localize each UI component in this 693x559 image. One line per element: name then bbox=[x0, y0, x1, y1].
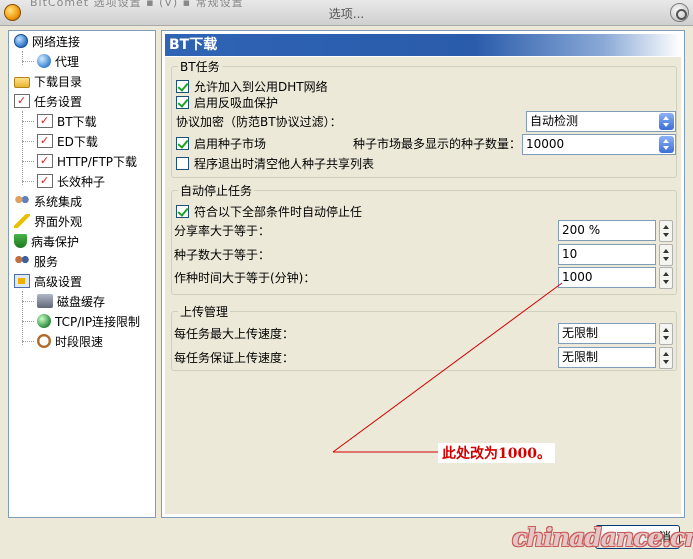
seeds-spinner[interactable] bbox=[659, 244, 673, 266]
task-icon bbox=[37, 172, 53, 190]
tree-item-network[interactable]: 网络连接 bbox=[14, 33, 80, 51]
seed-time-spinner[interactable] bbox=[659, 267, 673, 289]
guarantee-upload-spinner[interactable] bbox=[659, 347, 673, 369]
tree-item-long-seed[interactable]: 长效种子 bbox=[37, 172, 105, 191]
tree-line bbox=[22, 111, 23, 185]
tree-line bbox=[22, 161, 34, 162]
group-legend: 上传管理 bbox=[180, 305, 229, 319]
panel-title: BT下载 bbox=[165, 34, 681, 56]
tree-item-virus[interactable]: 病毒保护 bbox=[14, 233, 79, 251]
clock-icon bbox=[37, 334, 51, 348]
tree-item-bt-download[interactable]: BT下载 bbox=[37, 112, 97, 131]
tree-line bbox=[22, 301, 34, 302]
tree-line bbox=[22, 181, 34, 182]
close-icon[interactable] bbox=[670, 3, 689, 22]
checkbox-checked-icon bbox=[176, 137, 189, 150]
ratio-input[interactable]: 200 % bbox=[558, 220, 656, 241]
antileech-checkbox[interactable]: 启用反吸血保护 bbox=[176, 93, 278, 113]
guarantee-upload-input[interactable]: 无限制 bbox=[558, 347, 656, 368]
encryption-select[interactable]: 自动检测 bbox=[526, 111, 676, 132]
seed-max-select[interactable]: 10000 bbox=[522, 134, 676, 155]
guarantee-upload-label: 每任务保证上传速度： bbox=[174, 351, 295, 365]
tcp-icon bbox=[37, 314, 51, 328]
tree-item-http-ftp[interactable]: HTTP/FTP下载 bbox=[37, 152, 137, 171]
task-icon bbox=[37, 132, 53, 150]
seed-time-input[interactable]: 1000 bbox=[558, 267, 656, 288]
panel-body: BT任务 允许加入到公用DHT网络 启用反吸血保护 协议加密（防范BT协议过滤）… bbox=[165, 57, 681, 514]
options-tree: 网络连接 代理 下载目录 任务设置 BT下载 ED下载 HTTP/FTP下载 长… bbox=[8, 30, 156, 518]
tree-item-advanced[interactable]: 高级设置 bbox=[14, 273, 82, 291]
tree-item-appearance[interactable]: 界面外观 bbox=[14, 213, 82, 231]
auto-stop-checkbox[interactable]: 符合以下全部条件时自动停止任 bbox=[176, 202, 362, 222]
clear-seed-list-checkbox[interactable]: 程序退出时清空他人种子共享列表 bbox=[176, 154, 374, 174]
encryption-label: 协议加密（防范BT协议过滤）： bbox=[176, 115, 342, 129]
ratio-spinner[interactable] bbox=[659, 220, 673, 242]
max-upload-input[interactable]: 无限制 bbox=[558, 323, 656, 344]
task-icon bbox=[37, 112, 53, 130]
group-legend: 自动停止任务 bbox=[180, 184, 253, 198]
checkbox-unchecked-icon bbox=[176, 157, 189, 170]
disk-icon bbox=[37, 294, 53, 308]
task-icon bbox=[37, 152, 53, 170]
dropdown-arrow-icon[interactable] bbox=[659, 136, 674, 153]
seed-time-label: 作种时间大于等于(分钟)： bbox=[174, 271, 316, 285]
checkbox-checked-icon bbox=[176, 96, 189, 109]
shield-icon bbox=[14, 234, 27, 248]
window-title: 选项... bbox=[328, 7, 365, 21]
seeds-label: 种子数大于等于： bbox=[174, 248, 271, 262]
folder-icon bbox=[14, 77, 30, 88]
tree-item-ed-download[interactable]: ED下载 bbox=[37, 132, 98, 151]
dropdown-arrow-icon[interactable] bbox=[659, 113, 674, 130]
tree-item-download-dir[interactable]: 下载目录 bbox=[14, 73, 82, 91]
tree-line bbox=[22, 141, 34, 142]
brush-icon bbox=[14, 214, 30, 228]
people-icon bbox=[14, 194, 30, 208]
group-legend: BT任务 bbox=[180, 60, 220, 74]
title-bar: BitComet 选项设置 ▪ (V) ▪ 常规设置 选项... bbox=[0, 0, 693, 26]
proxy-icon bbox=[37, 54, 51, 68]
tree-line bbox=[22, 291, 23, 345]
checkbox-checked-icon bbox=[176, 80, 189, 93]
tree-line bbox=[22, 341, 34, 342]
server-icon bbox=[14, 254, 30, 268]
tree-line bbox=[22, 121, 34, 122]
max-upload-label: 每任务最大上传速度： bbox=[174, 327, 295, 341]
tree-line bbox=[22, 321, 34, 322]
ratio-label: 分享率大于等于： bbox=[174, 224, 271, 238]
watermark: chinadance.cn bbox=[512, 523, 693, 552]
advanced-icon bbox=[14, 274, 30, 288]
settings-panel: BT下载 BT任务 允许加入到公用DHT网络 启用反吸血保护 协议加密（防范BT… bbox=[161, 30, 685, 518]
checkbox-checked-icon bbox=[176, 205, 189, 218]
tree-item-schedule[interactable]: 时段限速 bbox=[37, 333, 103, 351]
seeds-input[interactable]: 10 bbox=[558, 244, 656, 265]
annotation-text: 此处改为1000。 bbox=[438, 443, 555, 463]
task-icon bbox=[14, 92, 30, 110]
seed-max-label: 种子市场最多显示的种子数量： bbox=[353, 137, 522, 151]
tree-item-tcp-ip[interactable]: TCP/IP连接限制 bbox=[37, 313, 140, 331]
tree-line bbox=[22, 51, 23, 65]
globe-icon bbox=[14, 34, 28, 48]
tree-line bbox=[22, 61, 34, 62]
seed-market-checkbox[interactable]: 启用种子市场 bbox=[176, 134, 266, 154]
tree-item-disk-cache[interactable]: 磁盘缓存 bbox=[37, 293, 105, 311]
tree-item-service[interactable]: 服务 bbox=[14, 253, 58, 271]
max-upload-spinner[interactable] bbox=[659, 323, 673, 345]
tree-item-integration[interactable]: 系统集成 bbox=[14, 193, 82, 211]
tree-item-proxy[interactable]: 代理 bbox=[37, 53, 79, 71]
tree-item-task-settings[interactable]: 任务设置 bbox=[14, 92, 82, 111]
